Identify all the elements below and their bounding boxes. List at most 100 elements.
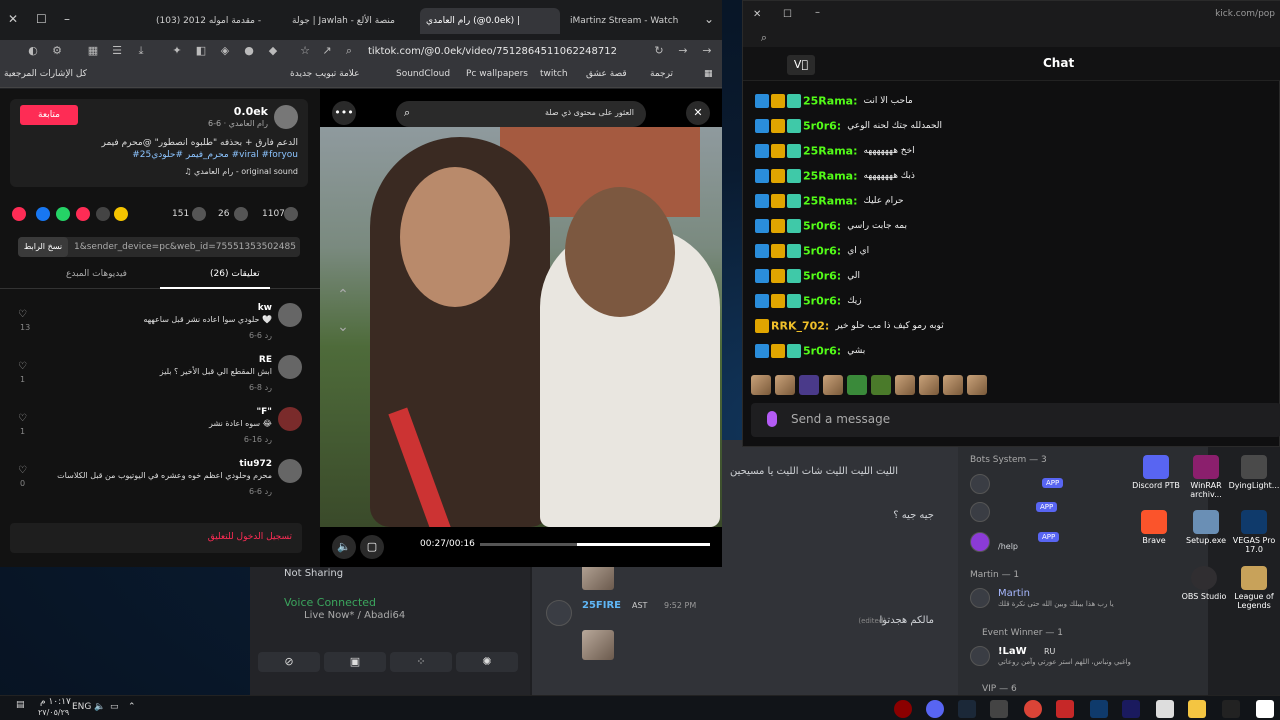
bookmark-star-icon[interactable]: ☆ <box>298 44 312 58</box>
screen-share-button[interactable]: ▣ <box>324 652 386 672</box>
taskbar-app-icon[interactable] <box>1056 700 1074 718</box>
emote-button[interactable] <box>895 375 915 395</box>
login-to-comment-link[interactable]: تسجيل الدخول للتعليق <box>208 532 292 542</box>
comment-username[interactable]: kw <box>258 303 272 313</box>
back-icon[interactable]: → <box>700 44 714 58</box>
share-icon[interactable]: ↗ <box>320 44 334 58</box>
emote-button[interactable] <box>775 375 795 395</box>
shield-icon[interactable]: ◈ <box>218 44 232 58</box>
activities-button[interactable]: ⁘ <box>390 652 452 672</box>
heart-icon[interactable] <box>284 207 298 221</box>
language-indicator[interactable]: ENG <box>72 702 91 712</box>
vegas-icon[interactable] <box>1090 700 1108 718</box>
after-effects-icon[interactable] <box>1122 700 1140 718</box>
hashtags[interactable]: #محرم_فيمر #حلودي25 #viral #foryou <box>28 149 298 161</box>
avatar[interactable] <box>278 459 302 483</box>
kick-url[interactable]: kick.com/pop <box>1215 9 1275 19</box>
voice-channel-label[interactable]: Live Now* / Abadi64 <box>304 610 405 621</box>
related-search-bar[interactable]: ⌕ العثور على محتوى ذي صلة <box>396 101 646 127</box>
comment-username[interactable]: tiu972 <box>239 459 272 469</box>
comment-username[interactable]: "F" <box>256 407 272 417</box>
emote-button[interactable] <box>967 375 987 395</box>
bookmark-new-tab[interactable]: علامة تبويب جديدة <box>290 69 360 79</box>
bookmark-translate[interactable]: ترجمة <box>650 69 673 79</box>
desktop-icon-league[interactable]: League of Legends <box>1228 566 1280 610</box>
avatar[interactable] <box>970 532 990 552</box>
avatar[interactable] <box>546 600 572 626</box>
more-options-icon[interactable]: ••• <box>332 101 356 125</box>
sound-link[interactable]: ♫ رام العامدي - original sound <box>184 167 298 176</box>
microphone-icon[interactable] <box>767 411 777 427</box>
heart-icon[interactable]: ♡ <box>18 465 27 476</box>
previous-video-icon[interactable]: ⌃ <box>332 287 354 309</box>
bookmark-twitch[interactable]: twitch <box>540 69 568 79</box>
minimize-window-icon[interactable]: – <box>815 7 820 18</box>
camera-off-button[interactable]: ⊘ <box>258 652 320 672</box>
emote-button[interactable] <box>823 375 843 395</box>
embed-icon[interactable] <box>96 207 110 221</box>
more-share-icon[interactable] <box>114 207 128 221</box>
tab-comments[interactable]: تعليقات (26) <box>210 269 260 279</box>
whatsapp-icon[interactable] <box>56 207 70 221</box>
pip-icon[interactable]: ▢ <box>360 535 384 559</box>
minimize-window-icon[interactable]: – <box>64 12 70 26</box>
profile-icon[interactable]: ◐ <box>26 44 40 58</box>
volume-icon[interactable]: 🔈 <box>94 702 105 712</box>
comment-meta[interactable]: 6-6 رد <box>249 331 272 340</box>
tab-kick[interactable]: iMartinz Stream - Watch <box>564 8 692 34</box>
desktop-icon-setup[interactable]: Setup.exe <box>1180 510 1232 545</box>
member-name[interactable]: Martin <box>998 588 1030 599</box>
emote-button[interactable] <box>919 375 939 395</box>
desktop-icon-dyinglight[interactable]: DyingLight... <box>1228 455 1280 490</box>
comment-meta[interactable]: 6-6 رد <box>249 487 272 496</box>
desktop-icon-vegas[interactable]: VEGAS Pro 17.0 <box>1228 510 1280 554</box>
tab-youtube[interactable]: (103) مقدمة اموله 2012 - <box>150 8 282 34</box>
taskbar-app-icon[interactable] <box>1222 700 1240 718</box>
avatar[interactable] <box>274 105 298 129</box>
zoom-icon[interactable]: ⌕ <box>342 44 356 58</box>
send-icon[interactable] <box>76 207 90 221</box>
bookmark-soundcloud[interactable]: SoundCloud <box>396 69 450 79</box>
video-player[interactable]: ••• ⌕ العثور على محتوى ذي صلة ✕ ⌃ ⌄ 🔈 ▢ … <box>320 89 722 567</box>
notifications-icon[interactable]: ▤ <box>16 700 25 710</box>
tabs-icon[interactable]: ▦ <box>86 44 100 58</box>
creator-username[interactable]: 0.0ek <box>234 105 268 118</box>
avatar[interactable] <box>970 502 990 522</box>
facebook-icon[interactable] <box>36 207 50 221</box>
avatar[interactable] <box>278 407 302 431</box>
close-icon[interactable]: ✕ <box>686 101 710 125</box>
video-progress-bar[interactable] <box>480 543 710 546</box>
comment-meta[interactable]: 6-16 رد <box>244 435 272 444</box>
chat-username[interactable]: 25FIRE <box>582 600 621 611</box>
bookmark-icon[interactable] <box>192 207 206 221</box>
emote-button[interactable] <box>871 375 891 395</box>
desktop-icon-brave[interactable]: Brave <box>1128 510 1180 545</box>
bookmark-story[interactable]: قصة عشق <box>586 69 627 79</box>
bookmark-wallpapers[interactable]: Pc wallpapers <box>466 69 528 79</box>
zoom-icon[interactable]: ⌕ <box>757 31 771 45</box>
taskbar-app-icon[interactable] <box>894 700 912 718</box>
desktop-icon-obs[interactable]: OBS Studio <box>1178 566 1230 601</box>
desktop-icon-discord-ptb[interactable]: Discord PTB <box>1130 455 1182 490</box>
bookmark-all[interactable]: كل الإشارات المرجعية <box>4 69 87 79</box>
steam-icon[interactable] <box>958 700 976 718</box>
obs-icon[interactable] <box>990 700 1008 718</box>
emote-button[interactable] <box>751 375 771 395</box>
chrome-icon[interactable] <box>1024 700 1042 718</box>
login-to-comment-bar[interactable]: تسجيل الدخول للتعليق <box>10 523 302 553</box>
translate-icon[interactable]: ◧ <box>194 44 208 58</box>
tray-expand-icon[interactable]: ⌃ <box>128 702 136 712</box>
reload-icon[interactable]: ↻ <box>652 44 666 58</box>
maximize-window-icon[interactable]: ☐ <box>36 12 47 26</box>
network-icon[interactable]: ▭ <box>110 702 119 712</box>
copy-link-button[interactable]: نسخ الرابط <box>18 237 68 257</box>
emote-button[interactable] <box>847 375 867 395</box>
tab-jawlah[interactable]: جولة | Jawlah - منصة الألع <box>286 8 416 34</box>
share-link-text[interactable]: 1&sender_device=pc&web_id=75551353502485… <box>74 237 296 257</box>
avatar[interactable] <box>970 474 990 494</box>
comment-meta[interactable]: 6-8 رد <box>249 383 272 392</box>
extension3-icon[interactable]: ◆ <box>266 44 280 58</box>
emote-button[interactable] <box>943 375 963 395</box>
clock-time[interactable]: ١٠:١٧ م <box>40 697 71 707</box>
close-window-icon[interactable]: ✕ <box>8 12 18 26</box>
